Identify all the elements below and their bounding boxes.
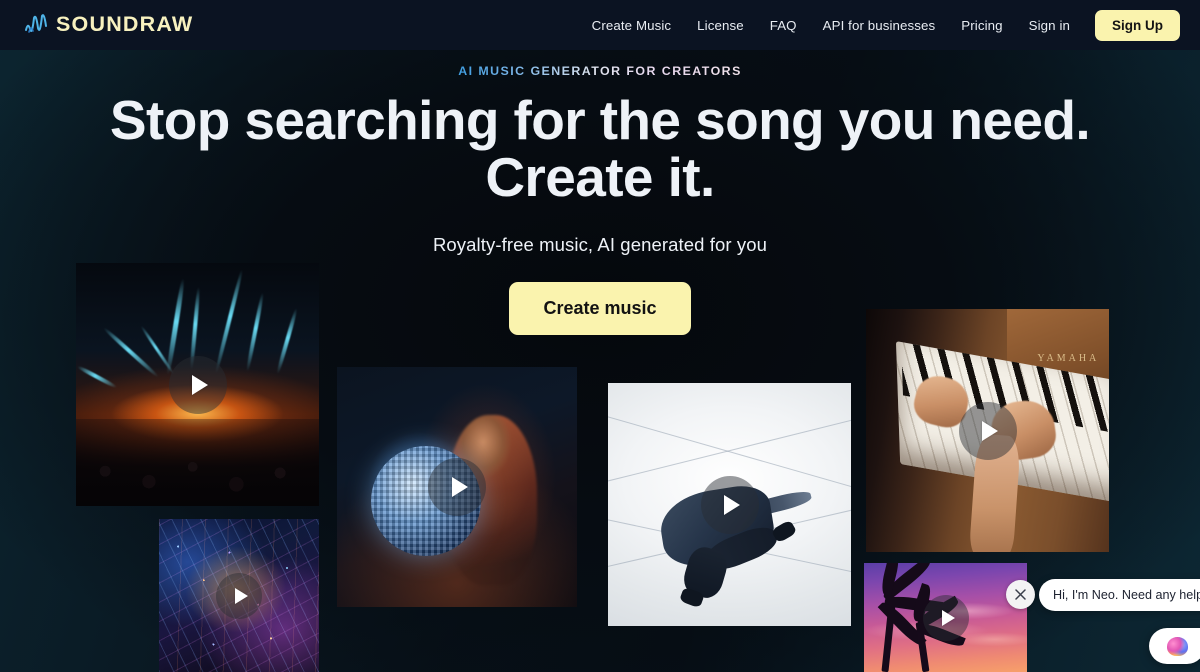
brain-icon bbox=[1166, 636, 1188, 656]
nav-faq[interactable]: FAQ bbox=[757, 12, 810, 39]
play-icon[interactable] bbox=[700, 475, 759, 534]
close-icon bbox=[1014, 588, 1027, 601]
nav-sign-in[interactable]: Sign in bbox=[1016, 12, 1083, 39]
headline-line-1: Stop searching for the song you need. bbox=[109, 89, 1091, 151]
waveform-icon bbox=[24, 12, 54, 38]
nav-create-music[interactable]: Create Music bbox=[579, 12, 685, 39]
video-card-disco[interactable] bbox=[337, 367, 577, 607]
hero-subheadline: Royalty-free music, AI generated for you bbox=[432, 234, 768, 255]
video-card-city[interactable] bbox=[159, 519, 319, 672]
nav-api-for-businesses[interactable]: API for businesses bbox=[810, 12, 949, 39]
chat-message-bubble[interactable]: Hi, I'm Neo. Need any help? bbox=[1039, 579, 1200, 611]
video-card-palms[interactable] bbox=[864, 563, 1027, 672]
play-icon[interactable] bbox=[168, 355, 227, 414]
hero-cta-wrapper: Create music bbox=[0, 282, 1200, 335]
hero-eyebrow: AI MUSIC GENERATOR FOR CREATORS bbox=[458, 64, 742, 78]
main-nav: Create Music License FAQ API for busines… bbox=[579, 9, 1180, 41]
play-icon[interactable] bbox=[958, 401, 1017, 460]
site-header: SOUNDRAW Create Music License FAQ API fo… bbox=[0, 0, 1200, 50]
sign-up-button[interactable]: Sign Up bbox=[1095, 9, 1180, 41]
video-card-piano[interactable]: YAMAHA bbox=[866, 309, 1109, 552]
logo[interactable]: SOUNDRAW bbox=[24, 12, 193, 38]
logo-text: SOUNDRAW bbox=[56, 12, 194, 37]
piano-brand-label: YAMAHA bbox=[1037, 352, 1100, 364]
video-card-dancer[interactable] bbox=[608, 383, 851, 626]
chat-close-button[interactable] bbox=[1006, 580, 1035, 609]
nav-pricing[interactable]: Pricing bbox=[948, 12, 1015, 39]
page-title: Stop searching for the song you need. Cr… bbox=[0, 92, 1200, 206]
create-music-button[interactable]: Create music bbox=[509, 282, 691, 335]
page-root: SOUNDRAW Create Music License FAQ API fo… bbox=[0, 0, 1200, 672]
headline-line-2: Create it. bbox=[485, 146, 715, 208]
play-icon[interactable] bbox=[922, 594, 969, 641]
chat-launcher-button[interactable] bbox=[1149, 628, 1200, 664]
play-icon[interactable] bbox=[216, 572, 262, 619]
nav-license[interactable]: License bbox=[684, 12, 757, 39]
play-icon[interactable] bbox=[428, 458, 486, 516]
hero-section: AI MUSIC GENERATOR FOR CREATORS Stop sea… bbox=[0, 50, 1200, 335]
